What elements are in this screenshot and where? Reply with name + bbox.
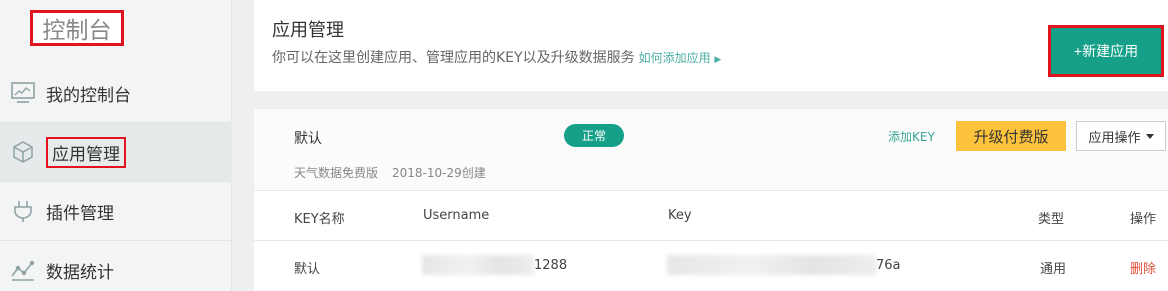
chevron-down-icon [1145,133,1154,139]
redacted-username [422,255,534,275]
plug-icon [10,198,36,224]
app-name: 默认 [294,131,322,147]
redacted-key [667,255,877,275]
column-header-key: Key [668,208,692,223]
sidebar-item-label: 应用管理 [46,136,126,168]
app-plan: 天气数据免费版 [294,166,379,180]
new-app-button[interactable]: +新建应用 [1051,28,1161,74]
app-meta: 天气数据免费版 2018-10-29创建 [294,164,486,181]
sidebar-item-plugin-management[interactable]: 插件管理 [0,182,232,240]
column-header-type: 类型 [1038,212,1065,227]
app-created: 2018-10-29创建 [392,166,486,180]
sidebar-item-label: 插件管理 [46,203,114,224]
key-cell: 76a [876,258,901,273]
line-chart-icon [10,257,36,283]
caret-right-icon: ▶ [714,55,722,65]
sidebar-item-label: 数据统计 [46,262,114,283]
status-badge: 正常 [564,124,624,147]
monitor-chart-icon [10,80,36,106]
username-cell: 1288 [534,258,568,273]
cube-icon [10,139,36,165]
sidebar-item-my-console[interactable]: 我的控制台 [0,64,232,122]
description-text: 你可以在这里创建应用、管理应用的KEY以及升级数据服务 [272,50,635,66]
app-ops-label: 应用操作 [1088,130,1141,146]
column-header-action: 操作 [1130,212,1157,227]
table-divider [254,240,1168,241]
app-header: 默认 正常 天气数据免费版 2018-10-29创建 添加KEY 升级付费版 应用… [254,109,1168,191]
delete-link[interactable]: 删除 [1130,258,1156,277]
type-cell: 通用 [1040,262,1067,277]
column-header-key-name: KEY名称 [294,212,345,227]
app-ops-dropdown[interactable]: 应用操作 [1076,121,1166,151]
app-panel: 默认 正常 天气数据免费版 2018-10-29创建 添加KEY 升级付费版 应用… [254,109,1168,291]
sidebar-item-label: 我的控制台 [46,85,131,106]
page-title: 应用管理 [272,20,344,41]
sidebar-item-statistics[interactable]: 数据统计 [0,241,232,291]
page-description: 你可以在这里创建应用、管理应用的KEY以及升级数据服务 如何添加应用 ▶ [272,47,721,67]
sidebar-item-app-management[interactable]: 应用管理 [0,123,232,181]
console-title: 控制台 [30,10,124,46]
help-link[interactable]: 如何添加应用 ▶ [639,51,722,65]
new-app-highlight: +新建应用 [1048,25,1164,77]
key-name-cell: 默认 [294,262,321,277]
upgrade-button[interactable]: 升级付费版 [956,121,1066,151]
column-header-username: Username [423,208,490,223]
sidebar: 控制台 我的控制台 应用管理 插件管理 数据统计 [0,0,232,291]
add-key-link[interactable]: 添加KEY [888,128,935,145]
page-header: 应用管理 你可以在这里创建应用、管理应用的KEY以及升级数据服务 如何添加应用 ▶… [254,0,1168,91]
